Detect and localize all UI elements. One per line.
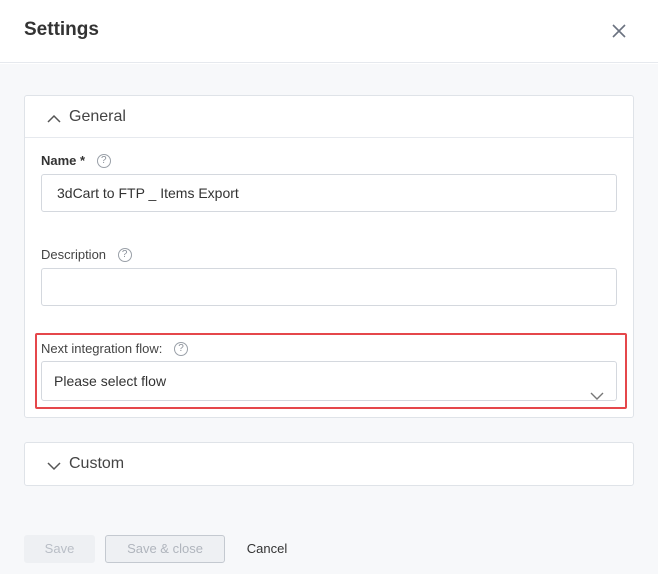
custom-section-header[interactable]: Custom xyxy=(25,443,633,485)
dialog-body: General Name * ? 3dCart to FTP _ Items E… xyxy=(0,64,658,574)
required-marker: * xyxy=(80,153,86,168)
chevron-down-icon xyxy=(590,377,604,400)
cancel-button[interactable]: Cancel xyxy=(235,535,299,563)
name-field[interactable]: 3dCart to FTP _ Items Export xyxy=(41,174,617,212)
name-help-icon[interactable]: ? xyxy=(96,153,111,168)
next-flow-select[interactable]: Please select flow xyxy=(41,361,617,401)
custom-section-title: Custom xyxy=(69,455,125,472)
next-flow-label-text: Next integration flow: xyxy=(41,341,163,356)
next-flow-help-icon[interactable]: ? xyxy=(174,341,189,356)
name-label: Name * ? xyxy=(41,153,111,169)
general-section-title: General xyxy=(69,108,126,125)
chevron-up-icon xyxy=(47,111,61,123)
description-label: Description ? xyxy=(41,247,132,263)
description-label-text: Description xyxy=(41,247,107,262)
save-close-button[interactable]: Save & close xyxy=(105,535,225,563)
description-field[interactable] xyxy=(41,268,617,306)
dialog-title: Settings xyxy=(24,19,99,40)
close-icon[interactable] xyxy=(608,20,630,42)
custom-section: Custom xyxy=(24,442,634,486)
description-help-icon[interactable]: ? xyxy=(117,247,132,262)
name-label-text: Name xyxy=(41,153,77,168)
next-flow-select-value: Please select flow xyxy=(54,373,167,389)
dialog-header: Settings xyxy=(0,0,658,63)
next-flow-label: Next integration flow: ? xyxy=(41,341,189,357)
general-section: General Name * ? 3dCart to FTP _ Items E… xyxy=(24,95,634,418)
chevron-down-icon xyxy=(47,458,61,471)
general-section-header[interactable]: General xyxy=(25,96,633,138)
save-button[interactable]: Save xyxy=(24,535,95,563)
